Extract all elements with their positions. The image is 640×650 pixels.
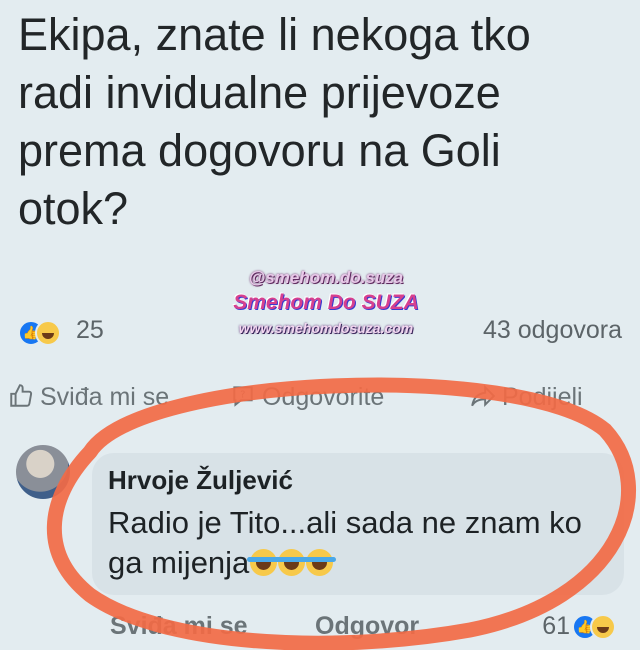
comment-reaction-icons[interactable]: 👍 [572, 614, 626, 640]
laughing-crying-emoji [247, 549, 281, 576]
post-text: Ekipa, znate li nekoga tko radi invidual… [18, 9, 531, 234]
share-label: Podijeli [502, 383, 583, 411]
comment-text-body: Radio je Tito...ali sada ne znam ko ga m… [108, 505, 582, 580]
comment-text: Radio je Tito...ali sada ne znam ko ga m… [108, 503, 608, 583]
avatar[interactable] [16, 445, 70, 499]
like-button[interactable]: Sviđa mi se [8, 383, 169, 412]
reply-label: Odgovorite [262, 383, 385, 411]
laughing-crying-emoji [303, 549, 337, 576]
comment-actions: Sviđa mi se Odgovor 61 👍 [110, 612, 630, 646]
comment-author[interactable]: Hrvoje Žuljević [108, 465, 293, 496]
share-button[interactable]: Podijeli [470, 383, 583, 412]
watermark-title: Smehom Do SUZA [233, 291, 419, 314]
comment-reply-button[interactable]: Odgovor [315, 612, 419, 641]
haha-icon [35, 320, 61, 346]
like-label: Sviđa mi se [40, 383, 170, 411]
share-icon [471, 384, 496, 408]
post-stats: 👍 25 43 odgovora [18, 316, 622, 346]
comment-like-button[interactable]: Sviđa mi se [110, 612, 248, 641]
svg-text:?: ? [240, 390, 245, 401]
laughing-crying-emoji [275, 549, 309, 576]
thumbs-up-icon [10, 384, 33, 407]
reply-button[interactable]: ? Odgovorite [230, 383, 384, 412]
comment-count[interactable]: 43 odgovora [483, 316, 622, 345]
watermark-handle: @smehom.do.suza [248, 268, 404, 287]
reaction-count[interactable]: 25 [76, 316, 104, 345]
comment-reaction-count[interactable]: 61 [542, 612, 570, 641]
comment-icon: ? [233, 386, 253, 407]
post-actions: Sviđa mi se ? Odgovorite Podijeli [8, 383, 628, 419]
haha-icon [590, 614, 616, 640]
